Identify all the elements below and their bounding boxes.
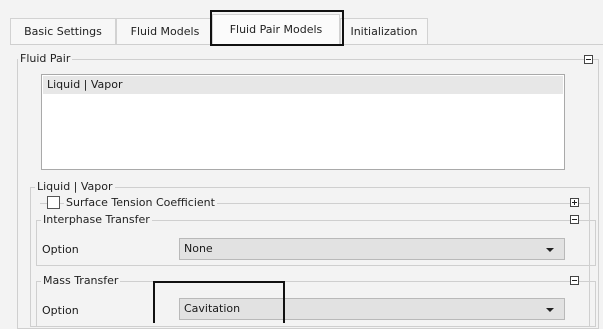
surface-tension-label: Surface Tension Coefficient <box>64 196 217 209</box>
interphase-option-select[interactable]: None <box>179 238 565 260</box>
tab-highlight-box <box>210 10 344 46</box>
chevron-down-icon <box>546 248 554 252</box>
surface-tension-checkbox[interactable] <box>47 196 60 209</box>
mass-transfer-option-label: Option <box>42 304 79 317</box>
fluid-pair-title: Fluid Pair <box>18 52 73 65</box>
surface-tension-expand-icon[interactable] <box>570 198 579 207</box>
tab-fluid-models[interactable]: Fluid Models <box>116 18 214 44</box>
pair-settings-title: Liquid | Vapor <box>35 180 115 193</box>
mass-transfer-highlight-box <box>153 281 285 323</box>
interphase-transfer-title: Interphase Transfer <box>41 213 152 226</box>
interphase-transfer-collapse-icon[interactable] <box>570 215 579 224</box>
tab-basic-settings[interactable]: Basic Settings <box>10 18 116 44</box>
mass-transfer-collapse-icon[interactable] <box>570 276 579 285</box>
interphase-option-value: None <box>184 242 213 255</box>
chevron-down-icon <box>546 308 554 312</box>
fluid-pair-list[interactable]: Liquid | Vapor <box>41 74 565 170</box>
list-item[interactable]: Liquid | Vapor <box>43 76 563 94</box>
interphase-option-label: Option <box>42 243 79 256</box>
mass-transfer-title: Mass Transfer <box>41 274 121 287</box>
fluid-pair-collapse-icon[interactable] <box>584 55 593 64</box>
tab-initialization[interactable]: Initialization <box>340 18 428 44</box>
